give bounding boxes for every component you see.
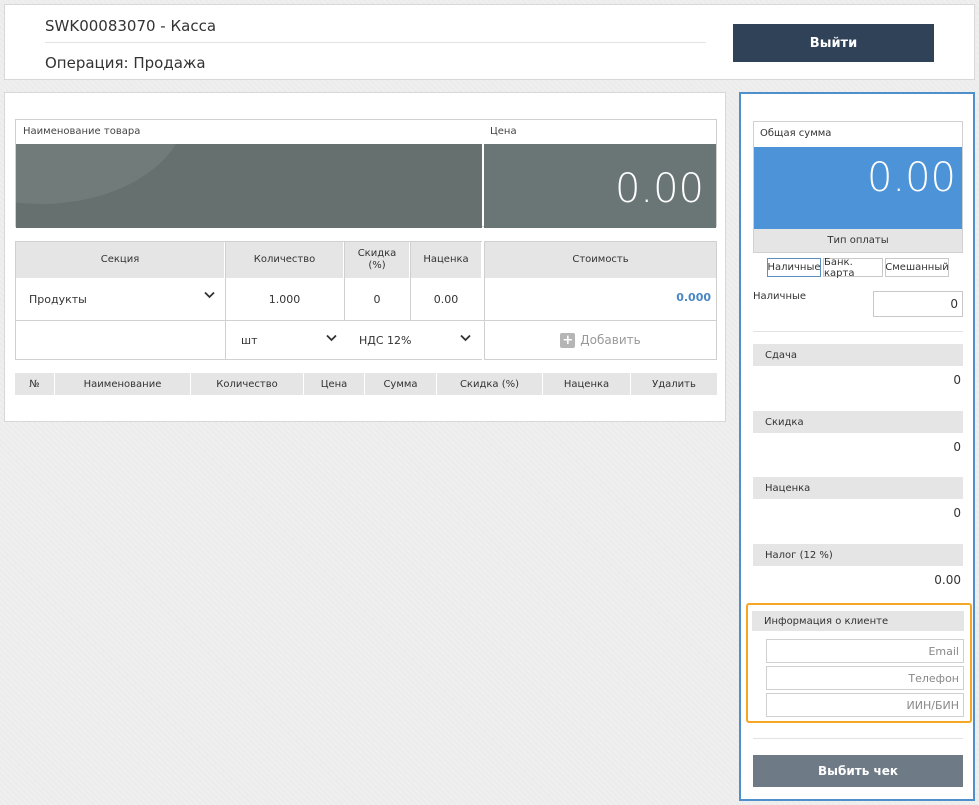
col-price: Цена (304, 373, 365, 395)
section-header: Секция (16, 242, 224, 278)
pay-mixed-button[interactable]: Смешанный (885, 258, 949, 277)
chevron-down-icon (326, 334, 337, 345)
col-markup: Наценка (543, 373, 631, 395)
cash-label: Наличные (753, 291, 807, 302)
discount-label: Скидка (753, 411, 963, 433)
section-select[interactable]: Продукты (29, 279, 219, 319)
unit-select[interactable]: шт (241, 321, 337, 359)
markup-input[interactable]: 0.00 (411, 279, 481, 319)
discount-header: Скидка (%) (345, 242, 409, 278)
client-info-title: Информация о клиенте (752, 611, 964, 631)
divider (753, 738, 963, 739)
exit-button[interactable]: Выйти (733, 24, 934, 62)
pay-card-button[interactable]: Банк. карта (823, 257, 883, 279)
header: SWK00083070 - Касса Операция: Продажа Вы… (4, 4, 975, 80)
unit-select-value: шт (241, 333, 258, 347)
product-box: Наименование товара Цена 0.00 (15, 119, 717, 228)
price-label: Цена (490, 126, 517, 137)
col-sum: Сумма (365, 373, 437, 395)
quantity-header: Количество (226, 242, 343, 278)
change-value: 0 (953, 373, 961, 387)
product-name-input[interactable] (16, 144, 482, 228)
header-divider (45, 42, 706, 43)
section-select-value: Продукты (29, 292, 87, 306)
discount-value: 0 (953, 440, 961, 454)
markup-value: 0 (953, 506, 961, 520)
plus-icon: + (560, 332, 576, 348)
col-number: № (15, 373, 55, 395)
chevron-down-icon (204, 291, 215, 302)
col-name: Наименование (55, 373, 191, 395)
tax-value: 0.00 (934, 573, 961, 587)
section-table: Секция Количество Скидка (%) Наценка Сто… (15, 241, 717, 360)
cost-value: 0.000 (676, 290, 711, 304)
operation-label: Операция: Продажа (45, 54, 206, 72)
total-amount: 0.00 (754, 147, 962, 229)
client-info-box: Информация о клиенте Email Телефон ИИН/Б… (746, 603, 972, 723)
price-display: 0.00 (484, 144, 716, 228)
divider (753, 331, 963, 332)
col-delete: Удалить (652, 378, 696, 390)
pay-type-label: Тип оплаты (754, 229, 962, 252)
cost-header: Стоимость (485, 242, 716, 278)
vat-select[interactable]: НДС 12% (359, 321, 471, 359)
col-quantity: Количество (191, 373, 304, 395)
quantity-input[interactable]: 1.000 (226, 279, 343, 319)
pay-cash-button[interactable]: Наличные (767, 258, 821, 277)
add-button-label: Добавить (580, 333, 641, 347)
total-label: Общая сумма (760, 128, 832, 139)
phone-field[interactable]: Телефон (766, 666, 964, 690)
col-discount: Скидка (%) (437, 373, 543, 395)
sale-panel: Наименование товара Цена 0.00 Секция Кол… (4, 92, 726, 422)
markup-header: Наценка (411, 242, 481, 278)
product-name-label: Наименование товара (23, 126, 141, 137)
change-label: Сдача (753, 344, 963, 366)
email-field[interactable]: Email (766, 639, 964, 663)
chevron-down-icon (460, 334, 471, 345)
items-table-header: № Наименование Количество Цена Сумма Ски… (15, 373, 717, 395)
cash-input[interactable]: 0 (873, 291, 963, 317)
markup-label: Наценка (753, 477, 963, 499)
print-receipt-button[interactable]: Выбить чек (753, 755, 963, 787)
add-button[interactable]: + Добавить (485, 321, 716, 359)
discount-input[interactable]: 0 (345, 279, 409, 319)
vat-select-value: НДС 12% (359, 333, 412, 347)
total-box: Общая сумма 0.00 Тип оплаты (753, 121, 963, 253)
tax-label: Налог (12 %) (753, 544, 963, 566)
summary-panel: Общая сумма 0.00 Тип оплаты Наличные Бан… (739, 92, 975, 801)
iin-field[interactable]: ИИН/БИН (766, 693, 964, 717)
page-title: SWK00083070 - Касса (45, 17, 217, 35)
